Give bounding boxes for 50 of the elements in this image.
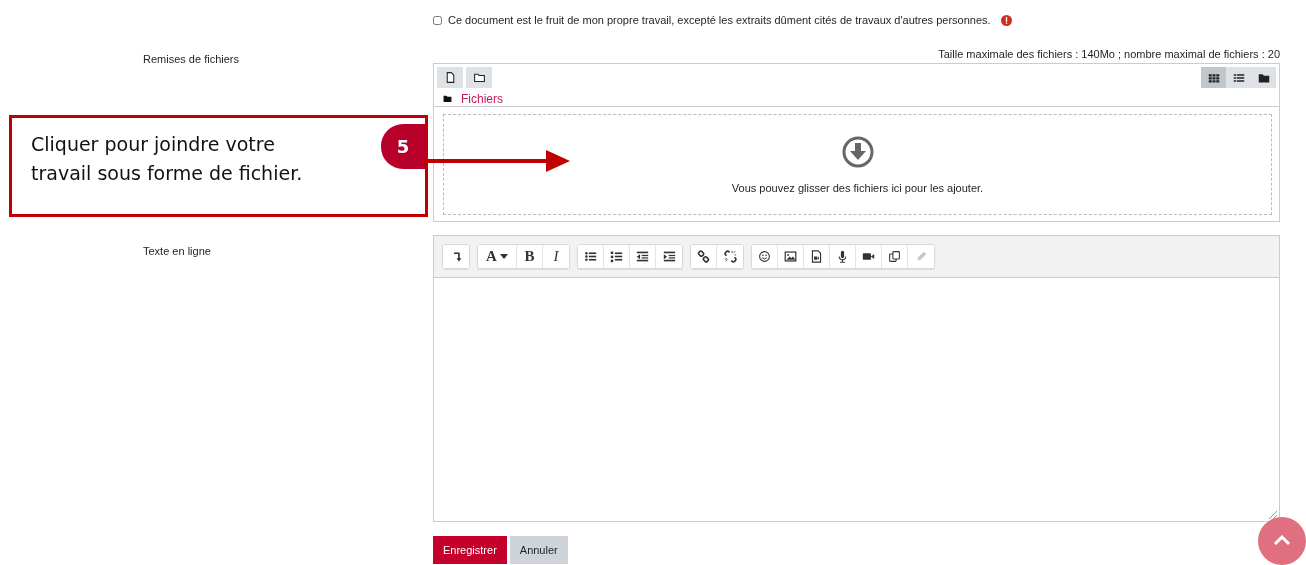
numbered-list-button[interactable]: [604, 245, 630, 268]
collapse-button[interactable]: [443, 245, 469, 268]
italic-button[interactable]: I: [543, 245, 569, 268]
field-label: Remises de fichiers: [143, 53, 239, 65]
bullet-list-button[interactable]: [578, 245, 604, 268]
file-limits-text: Taille maximale des fichiers : 140Mo ; nombre maximal de fichiers : 20: [937, 48, 1280, 60]
caret-icon: [499, 254, 508, 259]
callout-text: Cliquer pour joindre votre travail sous forme de fichier.: [31, 132, 304, 186]
bullet-list-icon: [584, 250, 597, 263]
pencil-icon: [914, 250, 928, 263]
microphone-icon: [836, 250, 849, 263]
checkbox[interactable]: [433, 15, 442, 25]
image-button[interactable]: [778, 245, 804, 268]
microphone-button[interactable]: [830, 245, 856, 268]
video-camera-button[interactable]: [856, 245, 882, 268]
indent-button[interactable]: [656, 245, 682, 268]
broken-link-icon: [723, 250, 737, 263]
indent-icon: [662, 250, 676, 263]
copy-button[interactable]: [882, 245, 908, 268]
statement-label: Ce document est le fruit de mon propre travail, excepté les extraits dûment cités de travaux d'autres personnes.: [448, 14, 991, 26]
view-button[interactable]: [1201, 67, 1226, 88]
link-icon: [697, 250, 710, 263]
outdent-button[interactable]: [630, 245, 656, 268]
grid-icon: [1207, 71, 1220, 84]
outdent-icon: [636, 250, 649, 263]
list-icon: [1232, 71, 1245, 84]
smiley-button[interactable]: [752, 245, 778, 268]
cancel-button[interactable]: Annuler: [509, 536, 568, 564]
bold-button[interactable]: B: [517, 245, 543, 268]
folder-icon: [472, 71, 486, 84]
document-video-button[interactable]: [804, 245, 830, 268]
create-folder-button[interactable]: [466, 67, 492, 88]
folder-icon: [1257, 71, 1270, 84]
copy-icon: [888, 250, 901, 263]
breadcrumb-link[interactable]: Fichiers: [461, 91, 503, 106]
download-icon: [841, 135, 874, 168]
field-label: Texte en ligne: [143, 245, 211, 257]
smiley-icon: [758, 250, 771, 263]
font-button[interactable]: A: [478, 245, 517, 268]
document-video-icon: [810, 250, 823, 263]
link-button[interactable]: [691, 245, 717, 268]
save-button[interactable]: Enregistrer: [433, 536, 507, 564]
image-icon: [784, 250, 797, 263]
drop-hint: Vous pouvez glisser des fichiers ici pour les ajouter.: [731, 181, 984, 194]
numbered-list-icon: [610, 250, 623, 263]
broken-link-button[interactable]: [717, 245, 743, 268]
add-file-button[interactable]: [437, 67, 463, 88]
video-camera-icon: [862, 250, 875, 263]
back-to-top-button[interactable]: [1258, 517, 1306, 565]
folder-icon: [443, 94, 452, 103]
